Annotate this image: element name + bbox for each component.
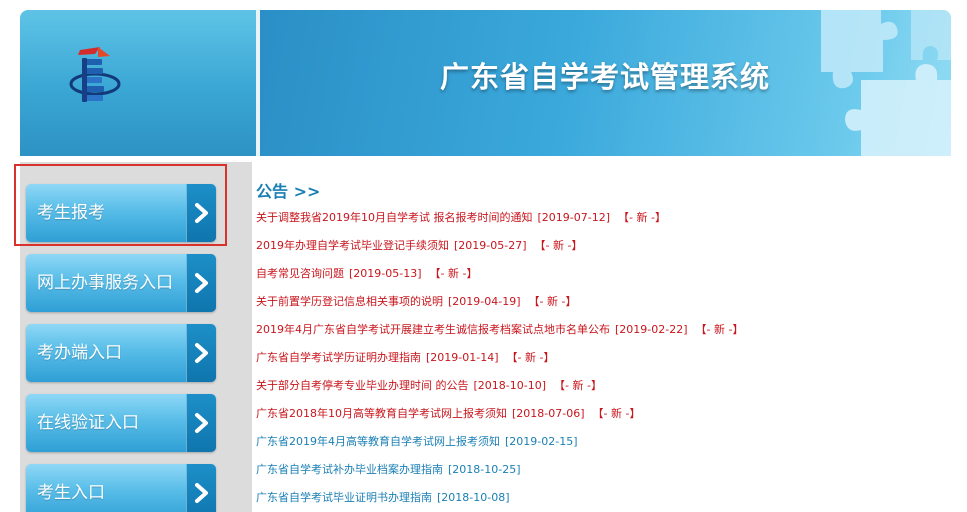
notice-date: [2018-10-25] xyxy=(448,463,521,476)
sidebar-item-label: 考办端入口 xyxy=(37,343,122,363)
notice-panel: 公告 >> 关于调整我省2019年10月自学考试 报名报考时间的通知 [2019-… xyxy=(256,178,956,512)
notice-title: 广东省自学考试学历证明办理指南 xyxy=(256,351,421,364)
notice-date: [2019-02-15] xyxy=(505,435,578,448)
notice-date: [2019-05-27] xyxy=(454,239,527,252)
notice-item[interactable]: 广东省2018年10月高等教育自学考试网上报考须知 [2018-07-06] 【- … xyxy=(256,406,956,434)
chevron-right-icon xyxy=(186,254,216,312)
notice-title: 广东省自学考试毕业证明书办理指南 xyxy=(256,491,432,504)
notice-title: 自考常见咨询问题 xyxy=(256,267,344,280)
notice-date: [2018-10-08] xyxy=(437,491,510,504)
notice-date: [2019-01-14] xyxy=(426,351,499,364)
sidebar-item-online-verification[interactable]: 在线验证入口 xyxy=(26,394,216,452)
notice-title: 广东省2019年4月高等教育自学考试网上报考须知 xyxy=(256,435,500,448)
notice-item[interactable]: 2019年办理自学考试毕业登记手续须知 [2019-05-27] 【- 新 -】 xyxy=(256,238,956,266)
notice-item[interactable]: 广东省自学考试学历证明办理指南 [2019-01-14] 【- 新 -】 xyxy=(256,350,956,378)
sidebar-item-label: 在线验证入口 xyxy=(37,413,139,433)
notice-item[interactable]: 广东省自学考试毕业证明书办理指南 [2018-10-08] xyxy=(256,490,956,512)
new-badge: 【- 新 -】 xyxy=(618,211,666,224)
sidebar-item-candidate-entry[interactable]: 考生入口 xyxy=(26,464,216,512)
sidebar-item-online-services[interactable]: 网上办事服务入口 xyxy=(26,254,216,312)
notice-item[interactable]: 广东省自学考试补办毕业档案办理指南 [2018-10-25] xyxy=(256,462,956,490)
notice-date: [2019-07-12] xyxy=(537,211,611,224)
notice-heading: 公告 >> xyxy=(256,182,321,201)
notice-title: 2019年办理自学考试毕业登记手续须知 xyxy=(256,239,449,252)
page-title: 广东省自学考试管理系统 xyxy=(440,60,771,94)
selection-highlight xyxy=(14,164,227,246)
new-badge: 【- 新 -】 xyxy=(534,239,583,252)
sidebar-item-exam-office[interactable]: 考办端入口 xyxy=(26,324,216,382)
notice-item[interactable]: 关于部分自考停考专业毕业办理时间 的公告 [2018-10-10] 【- 新 -】 xyxy=(256,378,956,406)
notice-title: 2019年4月广东省自学考试开展建立考生诚信报考档案试点地市名单公布 xyxy=(256,323,610,336)
new-badge: 【- 新 -】 xyxy=(528,295,577,308)
new-badge: 【- 新 -】 xyxy=(554,379,602,392)
notice-title: 广东省自学考试补办毕业档案办理指南 xyxy=(256,463,443,476)
sidebar-item-label: 考生入口 xyxy=(37,483,105,503)
notice-date: [2019-02-22] xyxy=(615,323,688,336)
notice-item[interactable]: 广东省2019年4月高等教育自学考试网上报考须知 [2019-02-15] xyxy=(256,434,956,462)
notice-item[interactable]: 2019年4月广东省自学考试开展建立考生诚信报考档案试点地市名单公布 [2019-… xyxy=(256,322,956,350)
notice-item[interactable]: 关于前置学历登记信息相关事项的说明 [2019-04-19] 【- 新 -】 xyxy=(256,294,956,322)
notice-item[interactable]: 关于调整我省2019年10月自学考试 报名报考时间的通知 [2019-07-12]… xyxy=(256,210,956,238)
new-badge: 【- 新 -】 xyxy=(592,407,641,420)
chevron-right-icon xyxy=(186,394,216,452)
notice-list: 关于调整我省2019年10月自学考试 报名报考时间的通知 [2019-07-12]… xyxy=(256,210,956,512)
notice-date: [2019-05-13] xyxy=(349,267,422,280)
new-badge: 【- 新 -】 xyxy=(506,351,555,364)
new-badge: 【- 新 -】 xyxy=(429,267,478,280)
notice-title: 广东省2018年10月高等教育自学考试网上报考须知 xyxy=(256,407,507,420)
sidebar-item-label: 网上办事服务入口 xyxy=(37,273,173,293)
notice-title: 关于前置学历登记信息相关事项的说明 xyxy=(256,295,443,308)
notice-title: 关于部分自考停考专业毕业办理时间 的公告 xyxy=(256,379,469,392)
notice-date: [2019-04-19] xyxy=(448,295,521,308)
notice-date: [2018-10-10] xyxy=(473,379,547,392)
new-badge: 【- 新 -】 xyxy=(695,323,744,336)
logo-panel xyxy=(20,10,256,156)
notice-item[interactable]: 自考常见咨询问题 [2019-05-13] 【- 新 -】 xyxy=(256,266,956,294)
chevron-right-icon xyxy=(186,464,216,512)
notice-title: 关于调整我省2019年10月自学考试 报名报考时间的通知 xyxy=(256,211,533,224)
header-banner: 广东省自学考试管理系统 xyxy=(20,10,951,156)
title-banner: 广东省自学考试管理系统 xyxy=(260,10,951,156)
exam-authority-logo-icon xyxy=(69,47,121,102)
notice-date: [2018-07-06] xyxy=(512,407,585,420)
chevron-right-icon xyxy=(186,324,216,382)
